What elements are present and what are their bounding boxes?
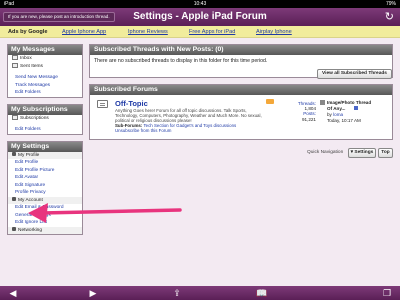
edit-email-password-link[interactable]: Edit Email & Password [8,204,82,212]
status-bar: iPad 10:43 79% [0,0,400,8]
quick-nav-settings-label: Settings [354,150,374,155]
view-all-subscribed-threads-button[interactable]: View all Subscribed Threads [317,69,392,79]
forward-icon[interactable]: ▶ [86,286,100,300]
edit-profile-picture-link[interactable]: Edit Profile Picture [8,167,82,175]
title-bar: Settings - Apple iPad Forum If you are n… [0,8,400,26]
forum-row: Off-Topic Anything Goes here! Forum for … [90,95,392,138]
last-post-title-link[interactable]: Image/Photo Thread [327,100,371,105]
edit-ignore-list-link[interactable]: Edit Ignore List [8,219,82,227]
rss-icon[interactable] [266,99,274,104]
thread-thumbnail-icon [320,100,325,105]
track-messages-link[interactable]: Track Messages [8,82,82,90]
last-post-by-label: by [327,112,332,117]
quick-nav-settings-button[interactable]: ▾ Settings [348,148,376,158]
edit-profile-link[interactable]: Edit Profile [8,159,82,167]
ads-bar: Ads by Google Apple Iphone App Iphone Re… [0,26,400,38]
edit-signature-link[interactable]: Edit Signature [8,182,82,190]
my-settings-panel: My Settings My Profile Edit Profile Edit… [7,140,83,235]
my-messages-title: My Messages [8,45,82,55]
main-content: Subscribed Threads with New Posts: (0) T… [89,44,393,146]
send-new-message-link[interactable]: Send New Message [8,74,82,82]
forum-name-link[interactable]: Off-Topic [115,99,148,108]
battery-indicator: 79% [385,1,396,7]
forum-description: Anything Goes here! Forum for all off to… [115,108,262,124]
edit-folders-link[interactable]: Edit Folders [8,89,82,97]
my-messages-panel: My Messages Inbox Sent Items Send New Me… [7,44,83,98]
unsubscribe-link[interactable]: Unsubscribe from this Forum [115,128,171,133]
refresh-icon[interactable]: ↻ [385,11,394,23]
my-settings-title: My Settings [8,141,82,152]
ad-link-1[interactable]: Apple Iphone App [62,26,106,38]
general-settings-link[interactable]: General Settings [8,212,82,220]
my-subscriptions-panel: My Subscriptions Subscriptions Edit Fold… [7,103,83,135]
networking-heading: Networking [8,226,82,234]
edit-avatar-link[interactable]: Edit Avatar [8,174,82,182]
forum-stats: Threads: 1,804 Posts: 91,221 [280,101,316,122]
my-account-heading: My Account [8,196,82,204]
share-icon[interactable]: ⇪ [170,286,184,300]
forum-status-icon [97,100,108,108]
last-post-time: Today, 10:17 AM [327,117,361,123]
ads-label: Ads by Google [8,29,48,35]
browser-toolbar: ◀ ▶ ⇪ 📖 ❐ [0,286,400,300]
ad-link-2[interactable]: Iphone Reviews [128,26,168,38]
subscribed-forums-box: Subscribed Forums Off-Topic Anything Goe… [89,84,393,140]
posts-label: Posts: [303,111,316,117]
my-subscriptions-title: My Subscriptions [8,104,82,115]
no-threads-message: There are no subscribed threads to displ… [94,58,268,64]
tabs-icon[interactable]: ❐ [380,286,394,300]
back-icon[interactable]: ◀ [6,286,20,300]
subscribed-threads-title: Subscribed Threads with New Posts: (0) [90,45,392,55]
last-post-author: by loma [327,112,343,117]
edit-subscription-folders-link[interactable]: Edit Folders [8,126,82,134]
sent-items-link[interactable]: Sent Items [8,63,82,71]
subscriptions-link[interactable]: Subscriptions [8,115,82,123]
my-profile-heading: My Profile [8,151,82,159]
subscribed-forums-title: Subscribed Forums [90,85,392,95]
sidebar: My Messages Inbox Sent Items Send New Me… [7,44,83,241]
quick-navigation-label[interactable]: Quick Navigation [307,148,343,158]
posts-count: 91,221 [301,116,316,122]
top-button[interactable]: Top [378,148,393,158]
inbox-link[interactable]: Inbox [8,55,82,63]
forum-subforums: Sub-Forums: Tech Section for Gadget's an… [115,123,267,133]
bookmarks-icon[interactable]: 📖 [255,286,269,300]
intro-notice-link[interactable]: If you are new, please post an introduct… [3,12,115,22]
ad-link-3[interactable]: Free Apps for iPad [189,26,235,38]
last-post-of-link[interactable]: Of Any... [327,106,345,111]
go-to-last-post-icon[interactable] [354,106,358,110]
clock: 10:43 [193,1,207,7]
profile-privacy-link[interactable]: Profile Privacy [8,189,82,197]
ad-link-4[interactable]: Airplay Iphone [256,26,292,38]
last-post-author-link[interactable]: loma [333,112,343,117]
